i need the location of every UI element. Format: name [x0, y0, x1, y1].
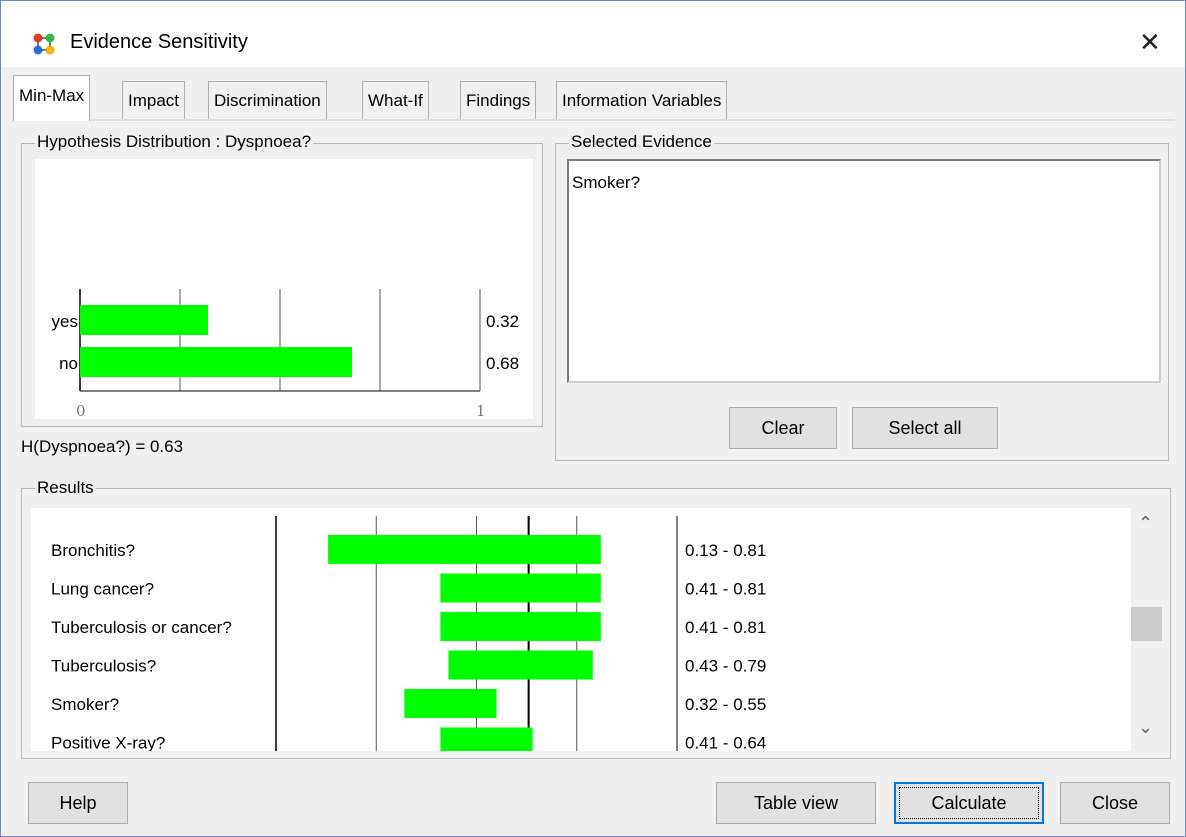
- result-label-lung-cancer: Lung cancer?: [51, 580, 154, 599]
- result-range-bronchitis: 0.13 - 0.81: [685, 541, 766, 560]
- result-label-tuberculosis: Tuberculosis?: [51, 657, 156, 676]
- title-bar: Evidence Sensitivity ✕: [1, 1, 1185, 67]
- hypothesis-chart: yes 0.32 no 0.68 0 1: [52, 289, 519, 420]
- range-bar-bronchitis: [328, 535, 601, 564]
- tab-impact[interactable]: Impact: [122, 81, 186, 119]
- hypothesis-group-label: Hypothesis Distribution : Dyspnoea?: [35, 132, 314, 152]
- result-range-lung-cancer: 0.41 - 0.81: [685, 580, 766, 599]
- tab-information-variables[interactable]: Information Variables: [556, 81, 728, 119]
- range-bar-smoker: [404, 689, 497, 718]
- x-tick-1: 1: [476, 402, 486, 419]
- close-button[interactable]: Close: [1060, 782, 1170, 824]
- x-tick-0: 0: [76, 402, 86, 419]
- results-group-label: Results: [35, 478, 96, 498]
- range-bar-tuberculosis-or-cancer: [440, 612, 601, 641]
- scrollbar-thumb[interactable]: [1131, 607, 1162, 641]
- select-all-button[interactable]: Select all: [852, 407, 998, 449]
- bar-value-yes: 0.32: [486, 312, 519, 331]
- results-panel: Bronchitis? 0.13 - 0.81 Lung cancer? 0.41 -…: [31, 508, 1131, 751]
- result-range-positive-x-ray: 0.41 - 0.64: [685, 734, 766, 752]
- range-bar-tuberculosis: [448, 650, 593, 680]
- tab-discrimination[interactable]: Discrimination: [208, 81, 327, 119]
- result-range-tuberculosis-or-cancer: 0.41 - 0.81: [685, 618, 766, 637]
- bar-label-yes: yes: [52, 312, 78, 331]
- network-nodes-icon: [33, 33, 55, 55]
- evidence-group-label: Selected Evidence: [569, 132, 714, 152]
- results-chart: Bronchitis? 0.13 - 0.81 Lung cancer? 0.41 -…: [51, 516, 766, 752]
- tab-findings[interactable]: Findings: [460, 81, 537, 119]
- result-range-tuberculosis: 0.43 - 0.79: [685, 657, 766, 676]
- result-label-positive-x-ray: Positive X-ray?: [51, 734, 165, 752]
- tab-min-max[interactable]: Min-Max: [13, 75, 91, 121]
- table-view-button[interactable]: Table view: [716, 782, 876, 824]
- entropy-value: H(Dyspnoea?) = 0.63: [21, 437, 184, 456]
- scroll-down-icon[interactable]: ⌄: [1138, 717, 1153, 738]
- result-label-bronchitis: Bronchitis?: [51, 541, 135, 560]
- bar-yes: [80, 305, 208, 335]
- range-bar-positive-x-ray: [440, 727, 533, 751]
- bar-no: [80, 347, 352, 377]
- calculate-button[interactable]: Calculate: [894, 782, 1044, 824]
- evidence-list[interactable]: Smoker?: [567, 159, 1161, 383]
- evidence-item-smoker[interactable]: Smoker?: [572, 173, 640, 193]
- close-icon[interactable]: ✕: [1139, 29, 1161, 55]
- bar-value-no: 0.68: [486, 354, 519, 373]
- evidence-sensitivity-dialog: Evidence Sensitivity ✕ Min-Max Impact Di…: [0, 0, 1186, 837]
- result-label-tuberculosis-or-cancer: Tuberculosis or cancer?: [51, 618, 232, 637]
- window-title: Evidence Sensitivity: [70, 31, 248, 53]
- bar-label-no: no: [59, 354, 78, 373]
- result-range-smoker: 0.32 - 0.55: [685, 695, 766, 714]
- result-label-smoker: Smoker?: [51, 695, 119, 714]
- help-button[interactable]: Help: [28, 782, 128, 824]
- tab-panel-border: [13, 119, 1175, 121]
- hypothesis-chart-area: yes 0.32 no 0.68 0 1: [35, 159, 533, 420]
- calculate-label: Calculate: [931, 793, 1007, 813]
- clear-button[interactable]: Clear: [729, 407, 837, 449]
- range-bar-lung-cancer: [440, 573, 601, 603]
- tab-what-if[interactable]: What-If: [362, 81, 429, 119]
- scroll-up-icon[interactable]: ⌃: [1138, 513, 1153, 534]
